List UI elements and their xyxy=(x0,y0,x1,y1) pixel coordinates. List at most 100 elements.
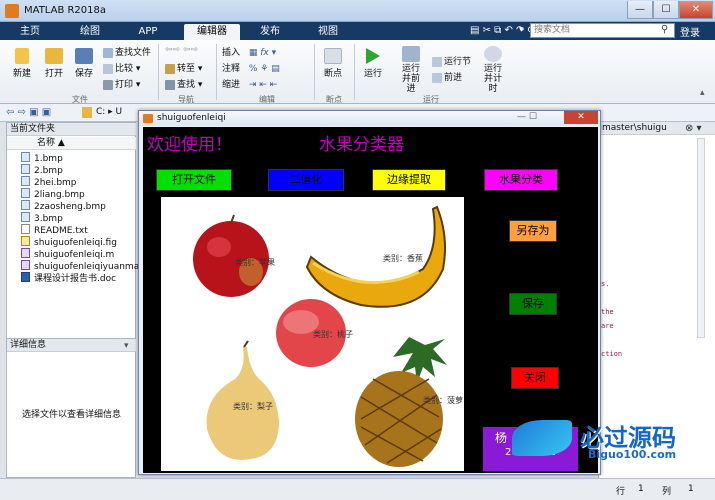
apple-label: 类别：苹果 xyxy=(235,258,275,267)
open-button[interactable]: 打开 xyxy=(40,48,68,79)
file-item[interactable]: 2zaosheng.bmp xyxy=(21,200,106,212)
close-button[interactable]: 关闭 xyxy=(511,367,559,389)
col-value: 1 xyxy=(688,484,694,494)
app-title: 水果分类器 xyxy=(319,135,404,155)
group-divider xyxy=(158,44,159,100)
file-item[interactable]: shuiguofenleiqiyuanma xyxy=(21,260,139,272)
tab-view[interactable]: 视图 xyxy=(306,24,350,40)
file-item[interactable]: 2liang.bmp xyxy=(21,188,85,200)
insert-button[interactable]: 插入 ▦ fx ▾ xyxy=(222,45,276,58)
indent-icon: ⇥ ⇤ ⇤ xyxy=(248,80,278,90)
nav-arrows[interactable]: ⇦⇨ ⇦⇨ xyxy=(165,45,198,55)
m-file-icon xyxy=(21,248,30,258)
text-file-icon xyxy=(21,224,30,234)
banana-label: 类别：香蕉 xyxy=(383,254,423,263)
tab-editor[interactable]: 编辑器 xyxy=(184,24,240,40)
file-item[interactable]: 2hei.bmp xyxy=(21,176,77,188)
details-title: 详细信息 xyxy=(7,339,136,352)
m-file-icon xyxy=(21,260,30,270)
minimize-button[interactable]: — xyxy=(627,1,653,19)
details-panel: 详细信息 ▾ 选择文件以查看详细信息 xyxy=(6,338,136,478)
collapse-ribbon-icon[interactable]: ▴ xyxy=(700,88,705,98)
search-documentation-input[interactable]: 搜索文档 xyxy=(530,23,675,38)
figure-close-icon[interactable]: ✕ xyxy=(564,111,598,124)
find-files-icon xyxy=(103,47,113,58)
editor-scrollbar[interactable] xyxy=(697,138,705,338)
current-path[interactable]: C: ▸ U xyxy=(96,107,122,117)
search-icon[interactable]: ⚲ xyxy=(661,24,668,35)
binarize-button[interactable]: 二值化 xyxy=(268,169,344,191)
collapse-details-icon[interactable]: ▾ xyxy=(124,341,129,351)
file-item[interactable]: shuiguofenleiqi.fig xyxy=(21,236,117,248)
tab-home[interactable]: 主页 xyxy=(8,24,52,40)
maximize-button[interactable]: ☐ xyxy=(653,1,679,19)
pineapple-body-shape xyxy=(355,371,443,467)
current-folder-title: 当前文件夹 xyxy=(7,123,136,136)
file-item[interactable]: 1.bmp xyxy=(21,152,63,164)
advance-button[interactable]: 前进 xyxy=(432,70,462,83)
close-window-button[interactable]: ✕ xyxy=(679,1,713,19)
login-link[interactable]: 登录 xyxy=(680,24,700,39)
watermark-url: Biguo100.com xyxy=(588,448,677,461)
play-icon xyxy=(366,48,380,64)
goto-button[interactable]: 转至 ▾ xyxy=(165,61,202,74)
new-file-icon xyxy=(15,48,29,64)
folder-icon xyxy=(45,48,63,64)
comment-button[interactable]: 注释 % ⚘ ▤ xyxy=(222,61,280,74)
quick-access-dropdown-icon[interactable]: ▾ xyxy=(519,25,524,35)
matlab-logo-icon xyxy=(143,114,153,123)
new-button[interactable]: 新建 xyxy=(8,48,36,79)
row-label: 行 xyxy=(616,487,626,497)
file-item[interactable]: 2.bmp xyxy=(21,164,63,176)
name-column-header[interactable]: 名称 ▲ xyxy=(7,137,136,150)
fruit-classify-button[interactable]: 水果分类 xyxy=(484,169,558,191)
run-button[interactable]: 运行 xyxy=(358,48,388,79)
pear-label: 类别：梨子 xyxy=(233,402,273,411)
find-button[interactable]: 查找 ▾ xyxy=(165,77,202,90)
breakpoints-button[interactable]: 断点 xyxy=(318,48,348,79)
fig-file-icon xyxy=(21,236,30,246)
back-forward-icons[interactable]: ⇦ ⇨ ▣ ▣ xyxy=(6,107,51,118)
run-and-time-button[interactable]: 运行并计时 xyxy=(478,46,508,94)
code-fragment: ction xyxy=(601,350,623,358)
image-file-icon xyxy=(21,188,30,198)
image-file-icon xyxy=(21,164,30,174)
file-item[interactable]: 3.bmp xyxy=(21,212,63,224)
status-bar: 行 1 列 1 xyxy=(0,478,715,500)
tab-plots[interactable]: 绘图 xyxy=(68,24,112,40)
tab-publish[interactable]: 发布 xyxy=(248,24,292,40)
banana-shape xyxy=(305,205,446,308)
image-file-icon xyxy=(21,176,30,186)
window-title: MATLAB R2018a xyxy=(24,5,107,16)
welcome-text: 欢迎使用！ xyxy=(147,135,232,155)
compare-button[interactable]: 比较 ▾ xyxy=(103,61,140,74)
tab-apps[interactable]: APP xyxy=(126,24,170,40)
indent-button[interactable]: 缩进 ⇥ ⇤ ⇤ xyxy=(222,77,277,90)
image-file-icon xyxy=(21,212,30,222)
editor-options-icons[interactable]: ⊗ ▾ xyxy=(685,123,702,134)
edge-extract-button[interactable]: 边缘提取 xyxy=(372,169,446,191)
col-label: 列 xyxy=(662,487,672,497)
watermark-logo-icon xyxy=(512,420,572,456)
comment-icon: % ⚘ ▤ xyxy=(248,64,280,74)
save-as-button[interactable]: 另存为 xyxy=(509,220,557,242)
save-file-button[interactable]: 保存 xyxy=(72,48,96,79)
image-file-icon xyxy=(21,200,30,210)
save-button[interactable]: 保存 xyxy=(509,293,557,315)
image-file-icon xyxy=(21,152,30,162)
print-button[interactable]: 打印 ▾ xyxy=(103,77,140,90)
insert-icon: ▦ fx ▾ xyxy=(248,48,277,58)
figure-window-controls[interactable]: — ☐ xyxy=(517,112,537,122)
word-doc-icon xyxy=(21,272,30,282)
file-item[interactable]: README.txt xyxy=(21,224,88,236)
run-and-advance-button[interactable]: 运行并前进 xyxy=(394,46,428,94)
open-file-button[interactable]: 打开文件 xyxy=(156,169,232,191)
goto-icon xyxy=(165,63,175,74)
file-item[interactable]: shuiguofenleiqi.m xyxy=(21,248,114,260)
find-files-button[interactable]: 查找文件 xyxy=(103,45,151,58)
group-divider xyxy=(216,44,217,100)
file-item[interactable]: 课程设计报告书.doc xyxy=(21,272,116,284)
fruit-image-axes: 类别：苹果 类别：香蕉 类别：桃子 类别：梨子 类别：菠萝 xyxy=(161,197,464,471)
title-bar: MATLAB R2018a — ☐ ✕ xyxy=(0,0,715,22)
run-section-button[interactable]: 运行节 xyxy=(432,54,471,67)
